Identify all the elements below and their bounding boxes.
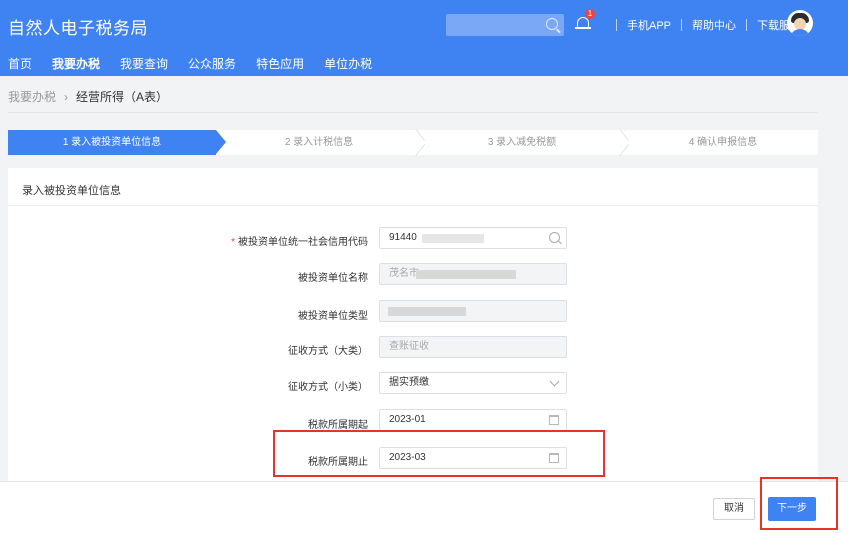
header-separator — [616, 19, 617, 31]
search-input[interactable] — [446, 14, 564, 36]
nav-item-special-apps[interactable]: 特色应用 — [256, 55, 304, 72]
divider — [8, 112, 818, 113]
step-separator — [616, 130, 628, 155]
step-progress: 1 录入被投资单位信息 2 录入计税信息 3 录入减免税额 4 确认申报信息 — [8, 130, 818, 155]
nav-item-home[interactable]: 首页 — [8, 55, 32, 72]
breadcrumb: 我要办税 › 经营所得（A表） — [8, 88, 168, 105]
unit-type-field — [379, 300, 567, 322]
highlight-box — [760, 477, 838, 530]
redacted-mask — [388, 307, 466, 316]
credit-code-value: 91440 — [389, 232, 417, 243]
collect-major-field: 查账征收 — [379, 336, 567, 358]
step-3: 3 录入减免税额 — [487, 137, 557, 148]
chevron-down-icon[interactable] — [549, 376, 560, 387]
breadcrumb-current: 经营所得（A表） — [76, 90, 169, 104]
mobile-app-link[interactable]: 手机APP — [627, 17, 671, 33]
header-separator — [746, 19, 748, 31]
breadcrumb-arrow-icon: › — [64, 90, 69, 104]
notification-badge: 1 — [585, 9, 595, 19]
nav-item-public-service[interactable]: 公众服务 — [188, 55, 236, 72]
step-2: 2 录入计税信息 — [284, 137, 354, 148]
app-title: 自然人电子税务局 — [8, 19, 148, 38]
nav-item-unit-tax[interactable]: 单位办税 — [324, 55, 372, 72]
nav-item-query[interactable]: 我要查询 — [120, 55, 168, 72]
help-center-link[interactable]: 帮助中心 — [692, 17, 736, 33]
step-1: 1 录入被投资单位信息 — [8, 130, 216, 155]
panel-title: 录入被投资单位信息 — [22, 185, 121, 197]
period-start-label: 税款所属期起 — [308, 420, 368, 431]
unit-name-label: 被投资单位名称 — [298, 273, 368, 284]
search-icon[interactable] — [549, 232, 560, 243]
avatar[interactable] — [787, 10, 813, 36]
period-start-input[interactable]: 2023-01 — [379, 409, 567, 431]
unit-name-value: 茂名市 — [389, 268, 419, 279]
cancel-button[interactable]: 取消 — [713, 498, 755, 520]
highlight-box — [273, 430, 605, 477]
breadcrumb-parent[interactable]: 我要办税 — [8, 90, 56, 104]
collect-minor-select[interactable]: 据实预缴 — [379, 372, 567, 394]
step-separator — [412, 130, 424, 155]
unit-type-label: 被投资单位类型 — [298, 311, 368, 322]
redacted-mask — [416, 270, 516, 279]
header-links: 手机APP 帮助中心 下载服务 — [606, 17, 801, 33]
collect-minor-value: 据实预缴 — [389, 377, 429, 388]
unit-name-field: 茂名市 — [379, 263, 567, 285]
credit-code-label-text: 被投资单位统一社会信用代码 — [238, 237, 368, 248]
step-1-arrow — [216, 130, 226, 154]
collect-minor-label: 征收方式（小类） — [288, 382, 368, 393]
collect-major-label: 征收方式（大类） — [288, 346, 368, 357]
credit-code-input[interactable]: 91440 — [379, 227, 567, 249]
step-4: 4 确认申报信息 — [688, 137, 758, 148]
search-icon[interactable] — [546, 18, 558, 30]
redacted-mask — [422, 234, 484, 243]
panel-divider — [8, 205, 818, 206]
required-mark: * — [231, 237, 235, 248]
top-bar: 自然人电子税务局 1 手机APP 帮助中心 下载服务 首页 我要办税 我要查询 … — [0, 0, 848, 76]
nav-item-tax-handling[interactable]: 我要办税 — [52, 55, 100, 72]
header-separator — [681, 19, 683, 31]
main-nav: 首页 我要办税 我要查询 公众服务 特色应用 单位办税 — [8, 55, 392, 72]
period-start-value: 2023-01 — [389, 414, 426, 425]
calendar-icon[interactable] — [549, 415, 559, 425]
credit-code-label: * 被投资单位统一社会信用代码 — [208, 233, 368, 248]
